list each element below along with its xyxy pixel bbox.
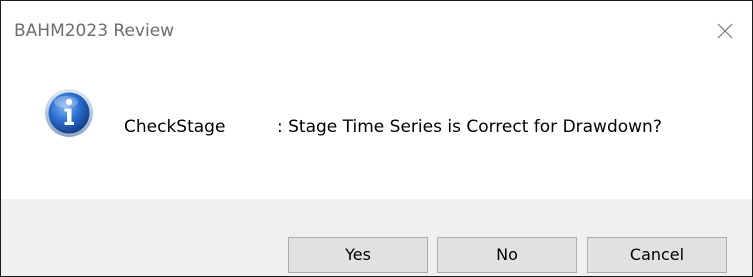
- message-area: CheckStage : Stage Time Series is Correc…: [1, 63, 752, 199]
- no-button[interactable]: No: [437, 237, 577, 273]
- message-text: : Stage Time Series is Correct for Drawd…: [277, 117, 662, 137]
- information-icon: [45, 89, 93, 137]
- message-caption: CheckStage: [124, 117, 226, 137]
- title-bar[interactable]: BAHM2023 Review: [1, 1, 752, 63]
- close-icon: [717, 23, 733, 39]
- close-button[interactable]: [682, 1, 752, 63]
- window-title: BAHM2023 Review: [14, 21, 175, 41]
- message-dialog: BAHM2023 Review CheckStage: Stage Time …: [0, 0, 753, 277]
- cancel-button[interactable]: Cancel: [587, 237, 727, 273]
- button-bar: Yes No Cancel: [1, 199, 752, 276]
- yes-button[interactable]: Yes: [288, 237, 428, 273]
